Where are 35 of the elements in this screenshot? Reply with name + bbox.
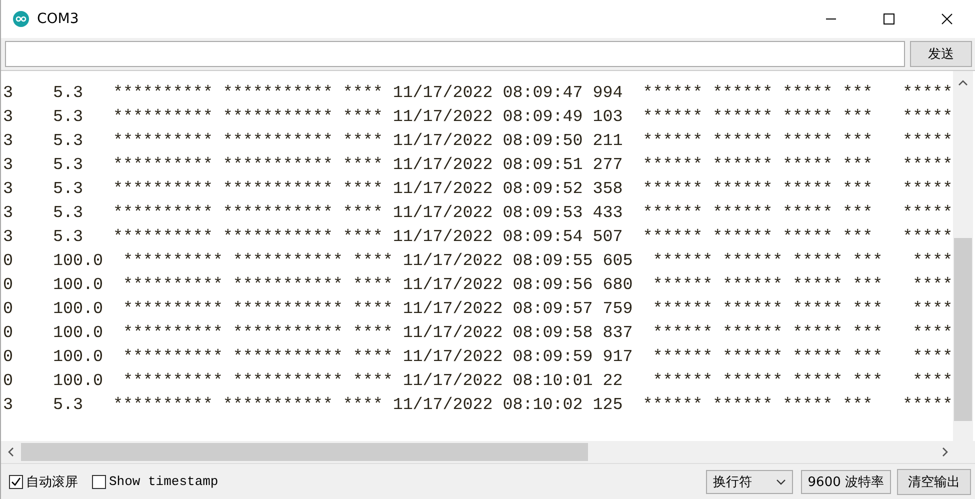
horizontal-scrollbar[interactable] <box>1 441 975 463</box>
chevron-down-icon <box>776 478 786 484</box>
output-line: 3 5.3 ********** *********** **** 11/17/2022 08:09:49 103 ****** ****** ***** *** ***** <box>3 107 953 129</box>
checkbox-label: Show timestamp <box>109 474 218 489</box>
output-line: 0 100.0 ********** *********** **** 11/17/2022 08:09:57 759 ****** ****** ***** *** **** <box>3 299 953 321</box>
scroll-right-icon[interactable] <box>941 447 949 457</box>
vertical-scrollbar[interactable] <box>953 71 973 441</box>
output-line: 3 5.3 ********** *********** **** 11/17/2022 08:09:47 994 ****** ****** ***** *** ***** <box>3 83 953 105</box>
output-line: 3 5.3 ********** *********** **** 11/17/2022 08:09:52 358 ****** ****** ***** *** ***** <box>3 179 953 201</box>
close-icon[interactable] <box>941 13 953 25</box>
send-button[interactable]: 发送 <box>910 41 972 67</box>
scrollbar-thumb[interactable] <box>21 443 588 461</box>
checkbox-label: 自动滚屏 <box>26 474 78 490</box>
output-line: 0 100.0 ********** *********** **** 11/17/2022 08:09:59 917 ****** ****** ***** *** **** <box>3 347 953 369</box>
baud-rate-dropdown[interactable]: 9600 波特率 <box>800 470 891 494</box>
scroll-left-icon[interactable] <box>7 447 15 457</box>
output-line: 3 5.3 ********** *********** **** 11/17/2022 08:09:53 433 ****** ****** ***** *** ***** <box>3 203 953 225</box>
checkbox[interactable] <box>9 474 23 488</box>
clear-output-button[interactable]: 清空输出 <box>897 468 971 494</box>
output-line: 0 100.0 ********** *********** **** 11/17/2022 08:10:01 22 ****** ****** ***** *** **** <box>3 371 953 393</box>
output-line: 3 5.3 ********** *********** **** 11/17/2022 08:09:54 507 ****** ****** ***** *** ***** <box>3 227 953 249</box>
app-logo-icon <box>13 11 29 27</box>
output-line: 3 5.3 ********** *********** **** 11/17/2022 08:10:02 125 ****** ****** ***** *** ***** <box>3 395 953 417</box>
checkbox[interactable] <box>92 474 106 488</box>
message-input-field[interactable] <box>5 41 905 67</box>
output-line: 3 5.3 ********** *********** **** 11/17/2022 08:09:51 277 ****** ****** ***** *** ***** <box>3 155 953 177</box>
window-title: COM3 <box>37 11 79 27</box>
output-line: 3 5.3 ********** *********** **** 11/17/2022 08:09:50 211 ****** ****** ***** *** ***** <box>3 131 953 153</box>
line-ending-dropdown[interactable]: 换行符 <box>706 470 793 494</box>
scroll-up-icon[interactable] <box>958 79 968 87</box>
scrollbar-thumb[interactable] <box>954 238 972 421</box>
output-line: 0 100.0 ********** *********** **** 11/17/2022 08:09:55 605 ****** ****** ***** *** **** <box>3 251 953 273</box>
output-line: 0 100.0 ********** *********** **** 11/17/2022 08:09:58 837 ****** ****** ***** *** **** <box>3 323 953 345</box>
maximize-icon[interactable] <box>883 13 895 25</box>
output-line: 0 100.0 ********** *********** **** 11/17/2022 08:09:56 680 ****** ****** ***** *** **** <box>3 275 953 297</box>
